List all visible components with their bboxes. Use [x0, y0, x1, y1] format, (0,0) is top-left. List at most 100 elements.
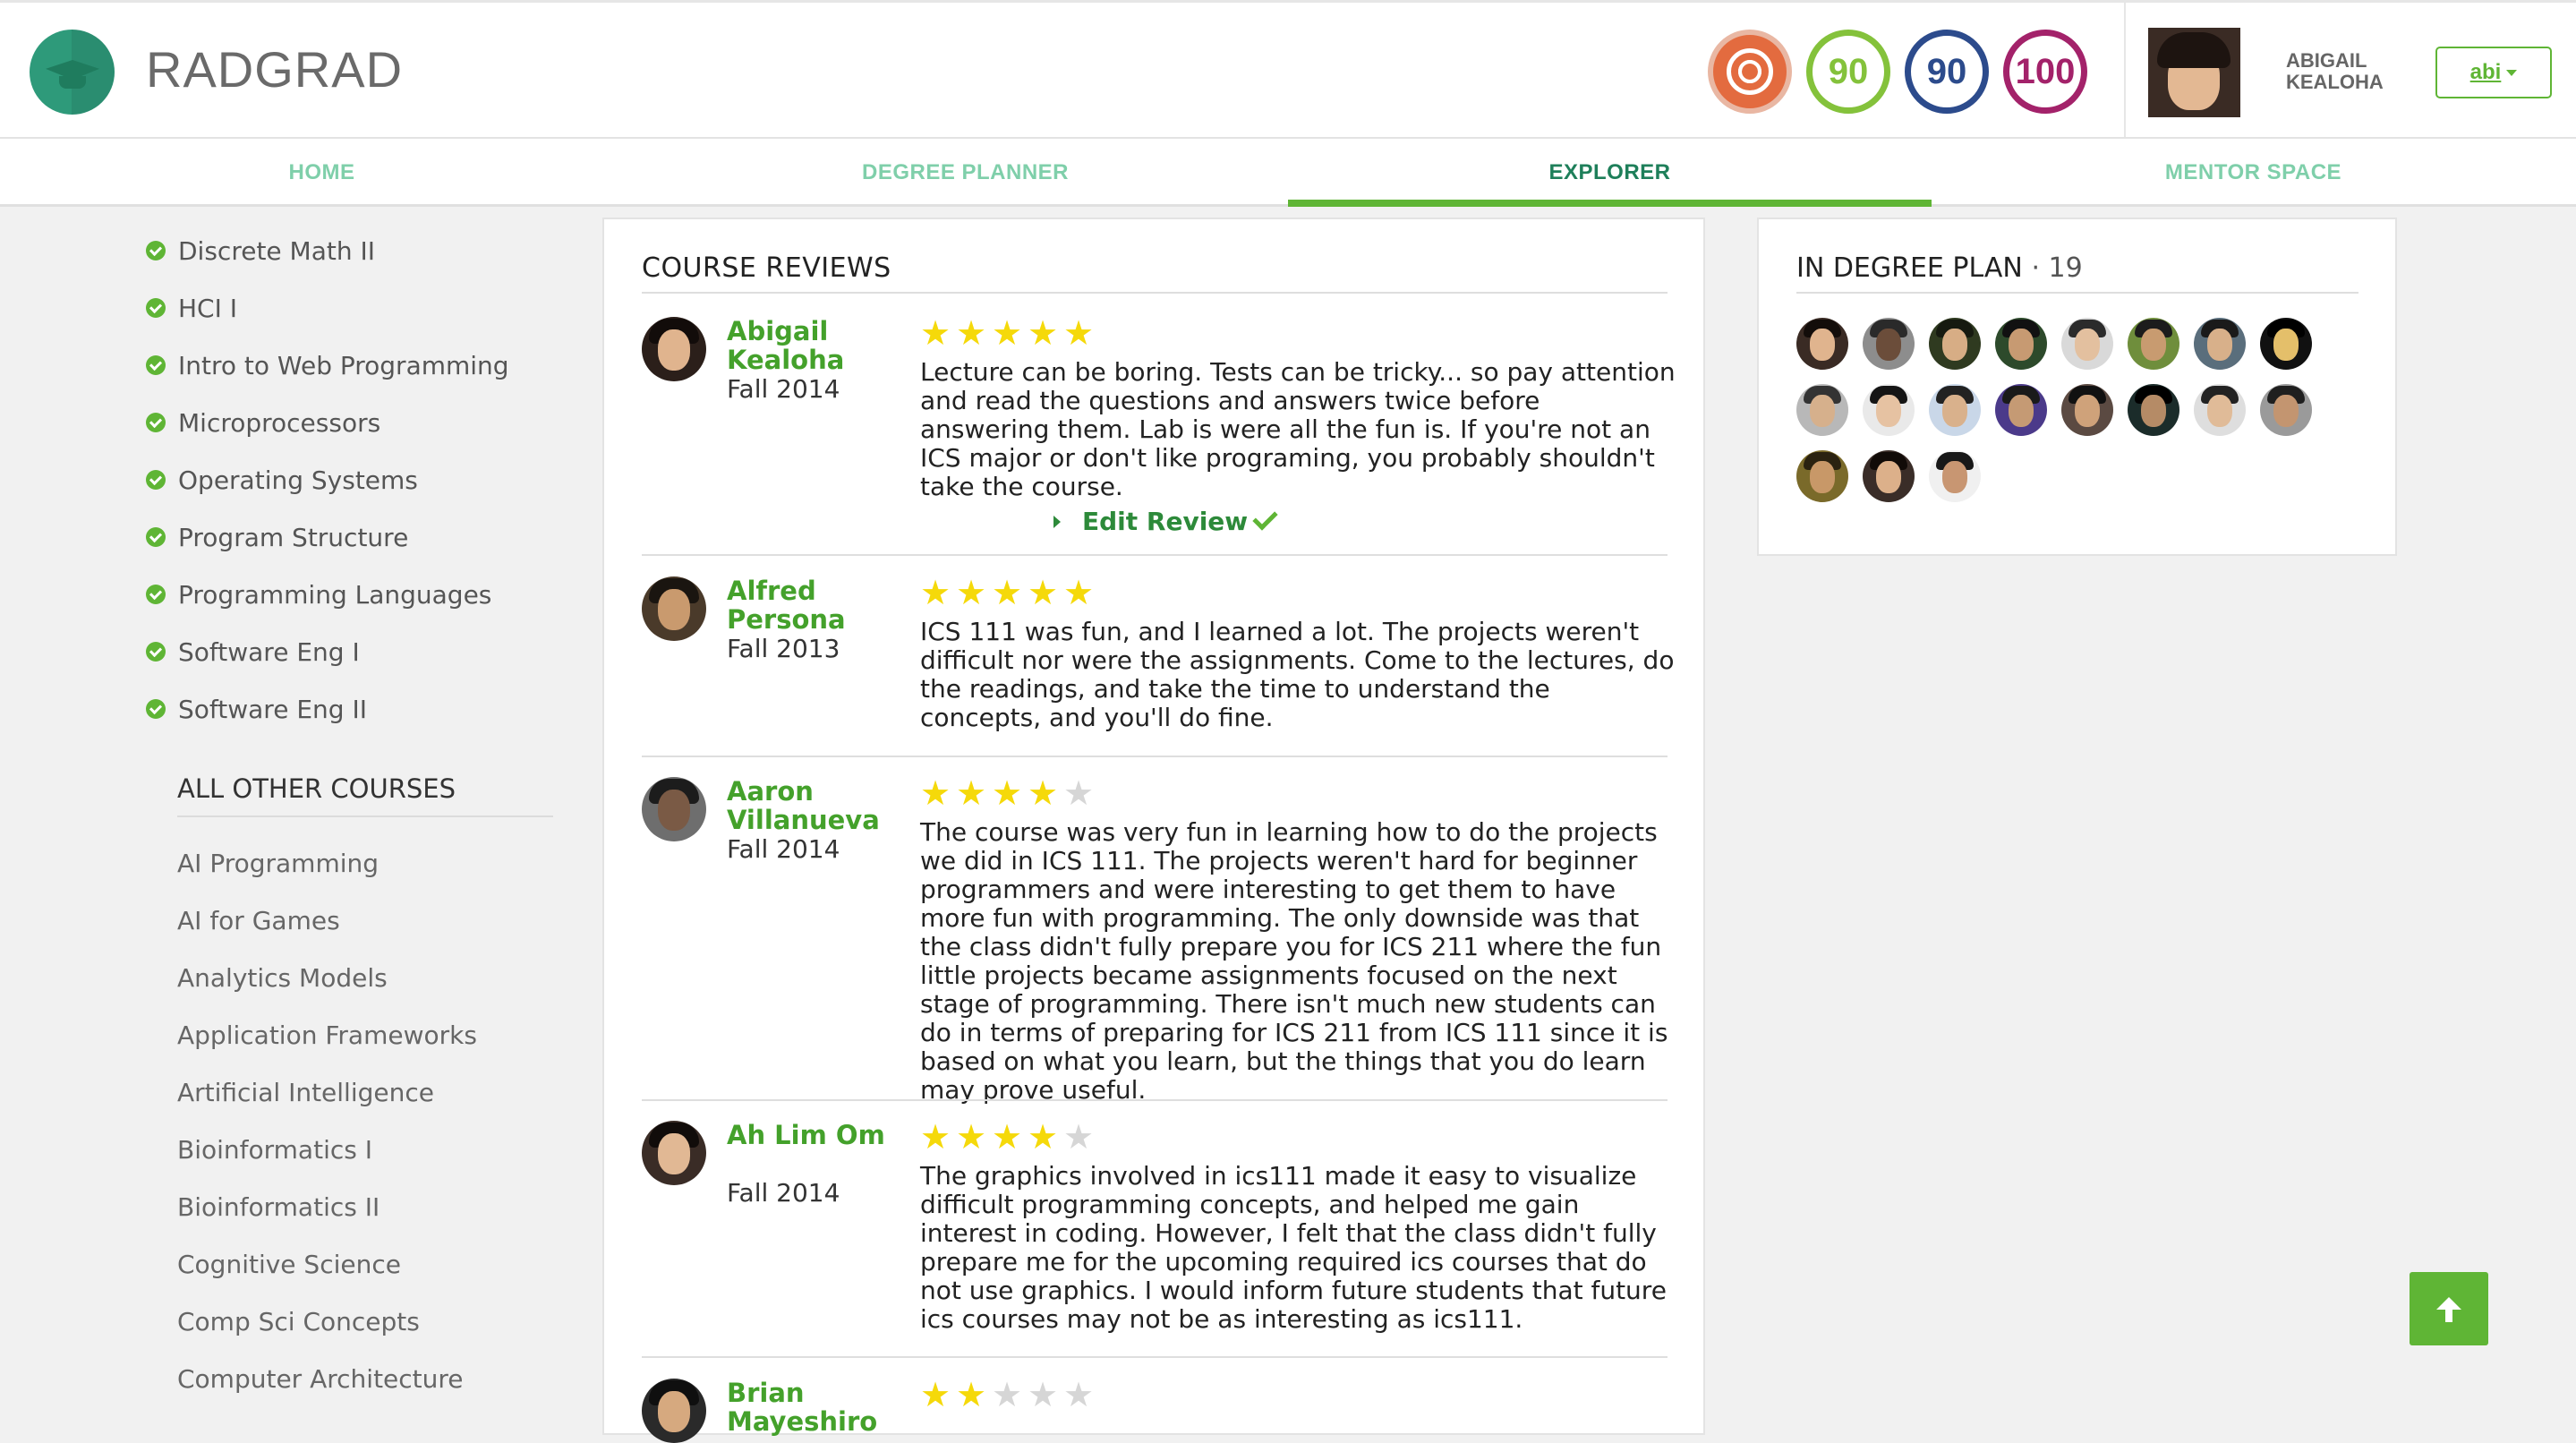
check-icon — [1252, 505, 1278, 531]
student-avatar[interactable] — [2128, 384, 2179, 436]
star-rating: ★ ★ ★ ★ ★ — [920, 573, 1099, 612]
check-circle-icon — [146, 470, 166, 490]
user-menu-button[interactable]: abi — [2435, 47, 2552, 98]
user-menu-label: abi — [2469, 60, 2502, 84]
student-avatar[interactable] — [2194, 318, 2246, 370]
course-link[interactable]: AI Programming — [177, 846, 379, 882]
panel-title: IN DEGREE PLAN · 19 — [1796, 252, 2083, 284]
course-link[interactable]: AI for Games — [177, 903, 340, 939]
completed-course[interactable]: Software Eng II — [146, 691, 367, 727]
completed-course[interactable]: HCI I — [146, 290, 237, 326]
star-rating: ★ ★ ★ ★ ★ — [920, 773, 1099, 813]
course-link[interactable]: Comp Sci Concepts — [177, 1304, 420, 1340]
check-circle-icon — [146, 642, 166, 662]
star-empty-icon: ★ — [1063, 1375, 1095, 1414]
course-link[interactable]: Bioinformatics I — [177, 1132, 372, 1168]
student-avatar[interactable] — [1929, 450, 1981, 502]
header: RADGRAD 90 90 100 ABIGAIL KEALOHA abi — [0, 0, 2576, 139]
course-link[interactable]: Computer Architecture — [177, 1362, 464, 1397]
course-link[interactable]: Application Frameworks — [177, 1018, 477, 1054]
student-avatar[interactable] — [2260, 384, 2312, 436]
student-avatar[interactable] — [1796, 384, 1848, 436]
student-avatar[interactable] — [2194, 384, 2246, 436]
divider — [642, 554, 1668, 556]
completed-course[interactable]: Program Structure — [146, 519, 408, 555]
brand-name[interactable]: RADGRAD — [146, 40, 403, 98]
tab-mentor-space[interactable]: MENTOR SPACE — [1932, 139, 2575, 207]
star-filled-icon: ★ — [992, 313, 1023, 353]
competency-score-badge[interactable]: 90 — [1905, 30, 1989, 114]
star-filled-icon: ★ — [956, 1117, 987, 1157]
avatar — [642, 1379, 706, 1443]
main-nav: HOME DEGREE PLANNER EXPLORER MENTOR SPAC… — [0, 139, 2576, 207]
student-avatar[interactable] — [2260, 318, 2312, 370]
student-avatar[interactable] — [1863, 318, 1915, 370]
student-avatar[interactable] — [1796, 318, 1848, 370]
review-text: The course was very fun in learning how … — [920, 817, 1668, 1105]
star-empty-icon: ★ — [1028, 1375, 1059, 1414]
star-empty-icon: ★ — [1063, 1117, 1095, 1157]
star-filled-icon: ★ — [1028, 773, 1059, 813]
star-rating: ★ ★ ★ ★ ★ — [920, 313, 1099, 353]
student-avatar[interactable] — [1796, 450, 1848, 502]
tab-degree-planner[interactable]: DEGREE PLANNER — [644, 139, 1287, 207]
other-courses-heading: ALL OTHER COURSES — [177, 773, 456, 804]
star-rating: ★ ★ ★ ★ ★ — [920, 1375, 1099, 1414]
star-empty-icon: ★ — [1063, 773, 1095, 813]
tab-explorer[interactable]: EXPLORER — [1288, 139, 1932, 207]
review-text: The graphics involved in ics111 made it … — [920, 1161, 1667, 1334]
star-rating: ★ ★ ★ ★ ★ — [920, 1117, 1099, 1157]
reviewer-name[interactable]: Abigail Kealoha — [727, 317, 906, 374]
experience-score-badge[interactable]: 100 — [2003, 30, 2087, 114]
completed-course[interactable]: Programming Languages — [146, 576, 491, 612]
student-avatar[interactable] — [2128, 318, 2179, 370]
scroll-to-top-button[interactable] — [2410, 1272, 2488, 1345]
radgrad-logo-icon[interactable] — [30, 30, 115, 115]
review-term: Fall 2014 — [727, 834, 840, 864]
reviewer-name[interactable]: Ah Lim Om — [727, 1121, 906, 1149]
completed-course[interactable]: Software Eng I — [146, 634, 360, 670]
course-reviews-panel: COURSE REVIEWS Abigail Kealoha Fall 2014… — [602, 218, 1705, 1443]
reviewer-name[interactable]: Alfred Persona — [727, 576, 906, 634]
completed-course[interactable]: Operating Systems — [146, 462, 418, 498]
reviewer-name[interactable]: Brian Mayeshiro — [727, 1379, 906, 1436]
avatar — [642, 317, 706, 381]
user-name: ABIGAIL KEALOHA — [2286, 49, 2384, 93]
active-tab-indicator — [1288, 200, 1932, 207]
innovation-score-badge[interactable]: 90 — [1806, 30, 1890, 114]
ice-badge-icon[interactable] — [1708, 30, 1792, 114]
divider — [642, 1099, 1668, 1101]
completed-course[interactable]: Microprocessors — [146, 405, 380, 440]
check-circle-icon — [146, 355, 166, 375]
check-circle-icon — [146, 527, 166, 547]
plan-title-label: IN DEGREE PLAN — [1796, 252, 2023, 284]
star-filled-icon: ★ — [992, 573, 1023, 612]
caret-down-icon — [2506, 69, 2518, 76]
review-text: Lecture can be boring. Tests can be tric… — [920, 357, 1676, 501]
student-avatar[interactable] — [2061, 384, 2113, 436]
course-label: Discrete Math II — [178, 235, 376, 266]
avatar — [642, 576, 706, 641]
student-avatar[interactable] — [2061, 318, 2113, 370]
star-filled-icon: ★ — [992, 1117, 1023, 1157]
student-avatar[interactable] — [1995, 318, 2047, 370]
course-link[interactable]: Analytics Models — [177, 961, 388, 996]
check-circle-icon — [146, 699, 166, 719]
student-avatar[interactable] — [1995, 384, 2047, 436]
caret-right-icon — [1053, 515, 1061, 528]
course-label: Microprocessors — [178, 407, 381, 438]
student-avatar[interactable] — [1929, 318, 1981, 370]
reviewer-name[interactable]: Aaron Villanueva — [727, 777, 906, 834]
tab-home[interactable]: HOME — [0, 139, 644, 207]
student-avatar[interactable] — [1929, 384, 1981, 436]
student-avatar[interactable] — [1863, 450, 1915, 502]
course-link[interactable]: Cognitive Science — [177, 1247, 401, 1283]
course-link[interactable]: Artificial Intelligence — [177, 1075, 434, 1111]
completed-course[interactable]: Discrete Math II — [146, 233, 375, 269]
edit-review-button[interactable]: Edit Review — [1053, 505, 1278, 536]
student-avatar[interactable] — [1863, 384, 1915, 436]
user-avatar — [2148, 28, 2240, 117]
completed-course[interactable]: Intro to Web Programming — [146, 347, 509, 383]
star-filled-icon: ★ — [1028, 313, 1059, 353]
course-link[interactable]: Bioinformatics II — [177, 1190, 380, 1225]
